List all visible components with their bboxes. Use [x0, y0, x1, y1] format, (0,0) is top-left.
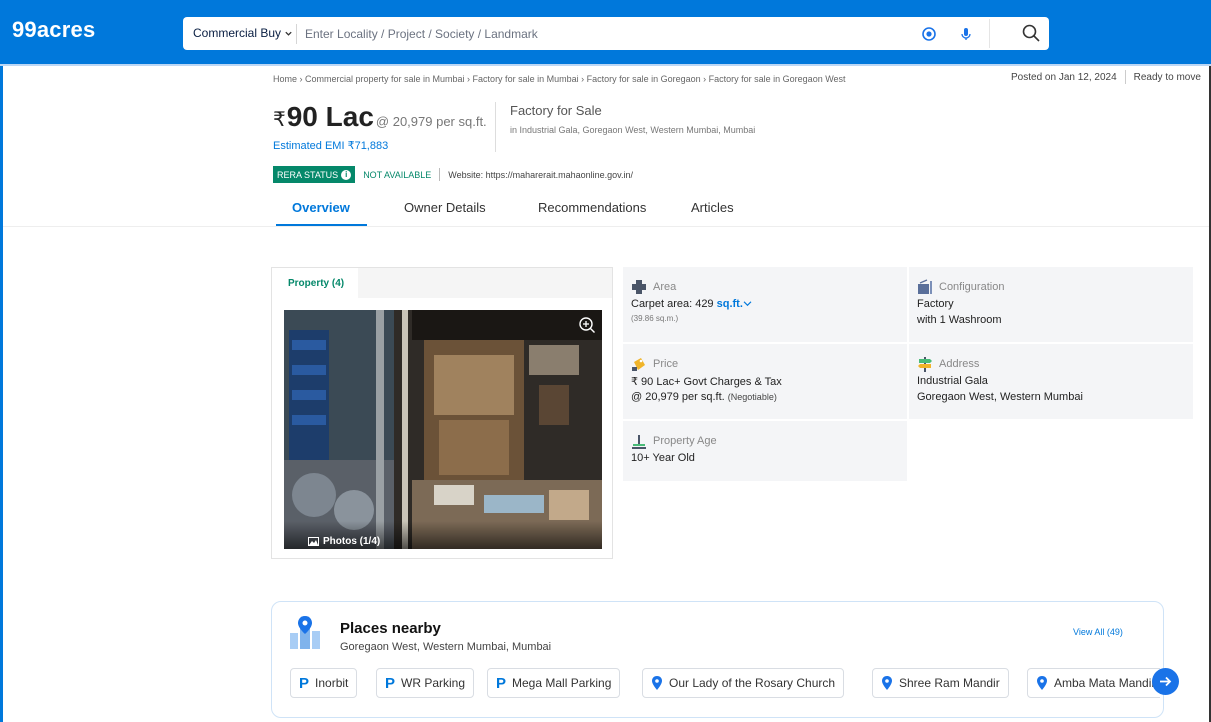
search-input[interactable] — [305, 23, 825, 45]
parking-icon: P — [299, 674, 310, 692]
arrow-right-icon — [1160, 676, 1172, 687]
price-tag-icon — [632, 358, 645, 371]
search-icon[interactable] — [1021, 23, 1041, 43]
property-details-grid: Area Carpet area: 429 sq.ft. (39.86 sq.m… — [623, 267, 1193, 481]
property-location: in Industrial Gala, Goregaon West, Weste… — [510, 125, 756, 135]
posted-info: Posted on Jan 12, 2024 Ready to move — [1011, 70, 1201, 84]
search-type-label: Commercial Buy — [193, 26, 282, 40]
property-photo[interactable]: Photos (1/4) — [284, 310, 602, 549]
nearby-chip[interactable]: P WR Parking — [376, 668, 475, 698]
info-icon[interactable]: i — [341, 169, 352, 180]
places-nearby-title: Places nearby — [340, 620, 441, 637]
breadcrumb[interactable]: Home › Commercial property for sale in M… — [273, 74, 846, 84]
gallery-tabs: Property (4) — [272, 268, 612, 298]
zoom-in-icon[interactable] — [578, 316, 596, 334]
photo-gallery: Property (4) Photos (1/4) — [271, 267, 613, 559]
detail-price: Price ₹ 90 Lac+ Govt Charges & Tax @ 20,… — [623, 344, 907, 419]
rera-status-badge[interactable]: RERA STATUS i — [273, 166, 356, 183]
configuration-icon — [918, 279, 932, 294]
rera-website: Website: https://maharerait.mahaonline.g… — [448, 169, 633, 180]
area-unit-dropdown[interactable]: sq.ft. — [717, 298, 752, 310]
nearby-chip[interactable]: Our Lady of the Rosary Church — [642, 668, 845, 698]
chevron-down-icon — [285, 31, 292, 36]
photos-count-button[interactable]: Photos (1/4) — [284, 521, 602, 549]
age-icon — [632, 435, 646, 449]
area-icon — [632, 280, 646, 294]
tab-recommendations[interactable]: Recommendations — [538, 192, 646, 223]
location-pin-icon — [882, 676, 892, 690]
detail-area: Area Carpet area: 429 sq.ft. (39.86 sq.m… — [623, 267, 907, 342]
microphone-icon[interactable] — [958, 26, 974, 42]
image-icon — [308, 536, 319, 546]
divider — [439, 168, 441, 181]
places-nearby-subtitle: Goregaon West, Western Mumbai, Mumbai — [340, 641, 552, 653]
site-logo[interactable]: 99acres — [12, 17, 95, 43]
view-all-link[interactable]: View All (49) — [1073, 627, 1123, 637]
nearby-chip[interactable]: Amba Mata Mandir — [1027, 668, 1160, 698]
nearby-chips: P Inorbit P WR Parking P Mega Mall Parking … — [290, 668, 1160, 698]
price-value: ₹90 Lac — [273, 101, 374, 132]
location-pin-icon — [652, 676, 662, 690]
location-pin-icon — [1037, 676, 1047, 690]
availability-status: Ready to move — [1133, 71, 1201, 83]
header-border — [0, 64, 1211, 66]
divider — [1124, 70, 1126, 84]
detail-configuration: Configuration Factory with 1 Washroom — [909, 267, 1193, 342]
scroll-right-button[interactable] — [1152, 668, 1179, 695]
nearby-chip[interactable]: P Inorbit — [290, 668, 358, 698]
price-row: ₹90 Lac @ 20,979 per sq.ft. — [273, 101, 487, 133]
nearby-chip[interactable]: Shree Ram Mandir — [872, 668, 1009, 698]
divider — [495, 102, 496, 152]
tab-overview[interactable]: Overview — [292, 192, 350, 223]
current-location-icon[interactable] — [921, 26, 937, 42]
tab-articles[interactable]: Articles — [691, 192, 734, 223]
rera-row: RERA STATUS i NOT AVAILABLE Website: htt… — [273, 166, 633, 183]
detail-property-age: Property Age 10+ Year Old — [623, 421, 907, 481]
tab-owner-details[interactable]: Owner Details — [404, 192, 486, 223]
nearby-chip[interactable]: P Mega Mall Parking — [487, 668, 621, 698]
divider — [989, 19, 990, 48]
estimated-emi-link[interactable]: Estimated EMI ₹71,883 — [273, 139, 388, 152]
price-per-sqft: @ 20,979 per sq.ft. — [375, 114, 487, 129]
divider — [296, 24, 297, 44]
factory-interior-image — [284, 310, 602, 549]
chevron-down-icon — [743, 301, 752, 307]
parking-icon: P — [385, 674, 396, 692]
rera-value: NOT AVAILABLE — [363, 169, 432, 180]
tab-property-photos[interactable]: Property (4) — [272, 268, 358, 298]
search-bar: Commercial Buy — [183, 17, 1049, 50]
top-navbar: 99acres Commercial Buy — [0, 0, 1211, 64]
detail-address: Address Industrial Gala Goregaon West, W… — [909, 344, 1193, 419]
search-type-dropdown[interactable]: Commercial Buy — [193, 26, 293, 40]
places-nearby-card: Places nearby Goregaon West, Western Mum… — [271, 601, 1164, 718]
parking-icon: P — [496, 674, 507, 692]
signpost-icon — [918, 357, 932, 372]
property-type-title: Factory for Sale — [510, 103, 602, 118]
city-location-icon — [290, 616, 320, 649]
posted-date: Posted on Jan 12, 2024 — [1011, 71, 1117, 83]
tabs-border — [3, 226, 1209, 227]
